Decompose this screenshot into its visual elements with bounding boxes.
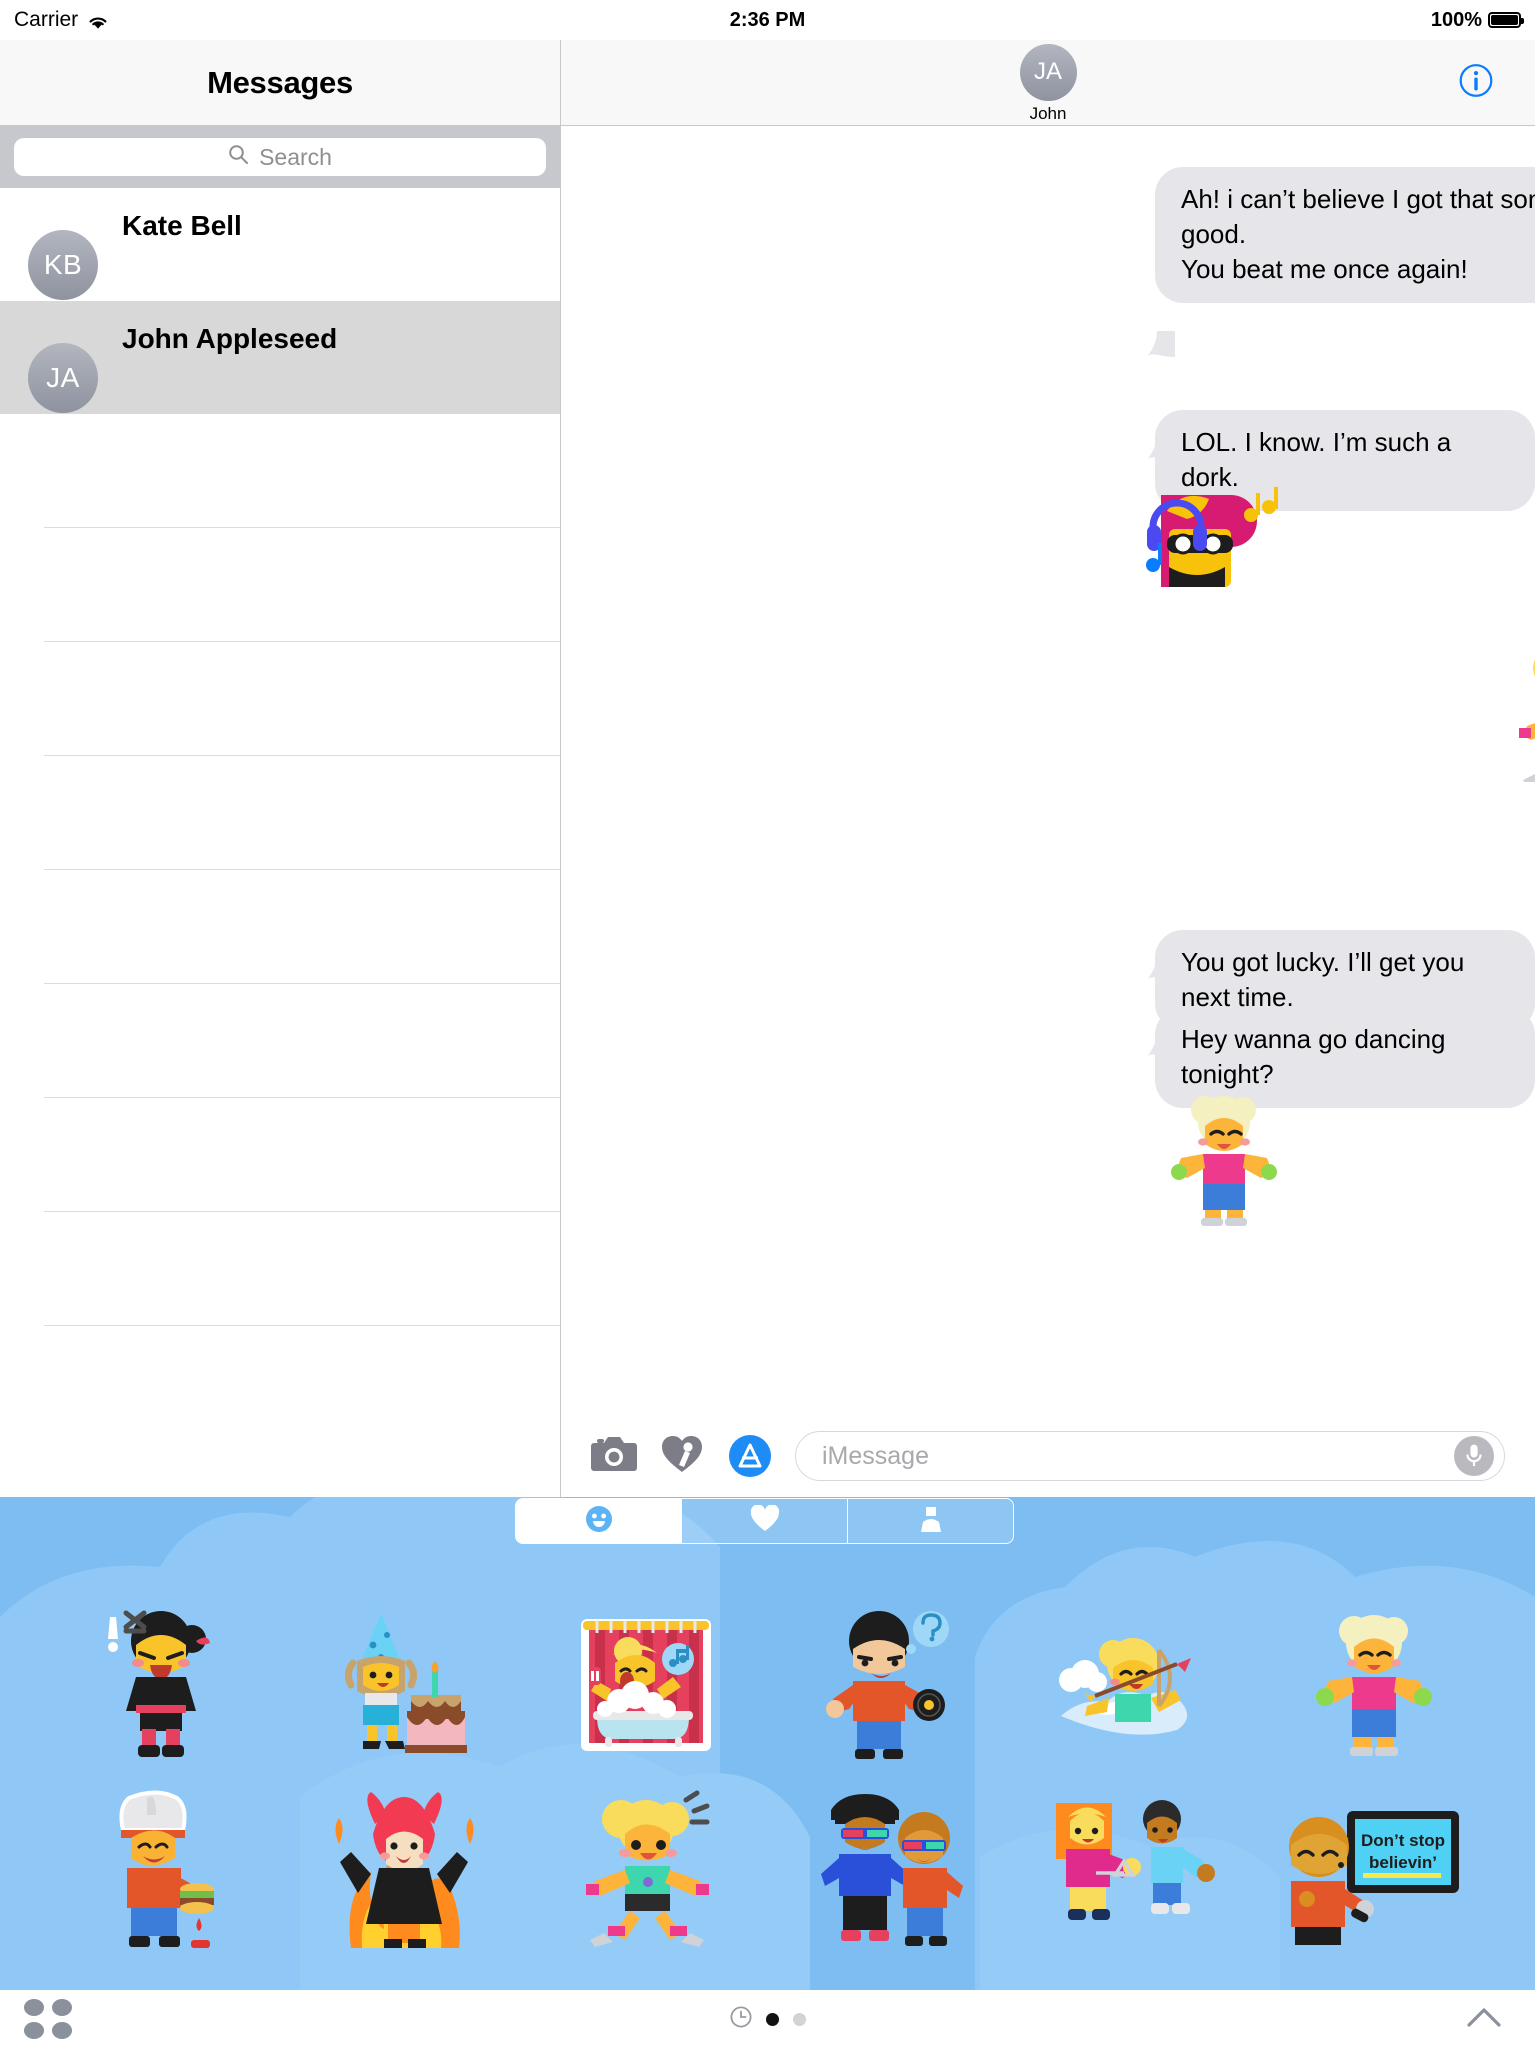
empty-conversation-row <box>44 414 560 528</box>
sticker-cell[interactable] <box>1036 1595 1226 1775</box>
smiley-face-icon <box>585 1505 613 1538</box>
sticker-pack-tabs[interactable] <box>515 1498 1014 1544</box>
sticker-cell[interactable] <box>794 1780 984 1960</box>
status-bar-time: 2:36 PM <box>729 8 806 31</box>
empty-conversation-row <box>44 1098 560 1212</box>
sticker-cell[interactable] <box>794 1595 984 1775</box>
person-icon <box>919 1505 943 1538</box>
sticker-chef-burger[interactable] <box>99 1790 223 1950</box>
empty-conversation-row <box>44 756 560 870</box>
avatar: JA <box>1019 43 1077 101</box>
top-section: Carrier 2:36 PM 100% Messages Search KB … <box>0 0 1535 1497</box>
recents-clock-icon[interactable] <box>729 2005 752 2033</box>
sticker-cell[interactable] <box>309 1595 499 1775</box>
tab-favorites[interactable] <box>682 1499 848 1543</box>
sticker-grid[interactable]: Don’t stop believin’ <box>0 1592 1535 1962</box>
search-input[interactable]: Search <box>14 138 546 176</box>
sticker-cell[interactable] <box>551 1595 741 1775</box>
sticker-blonde-jumping-cheer[interactable] <box>1509 642 1535 786</box>
info-circle-icon[interactable] <box>1459 63 1493 102</box>
sticker-panel: Don’t stop believin’ <box>0 1497 1535 2048</box>
conversation-pane: JA John Ah! i can’t believe I got that s… <box>561 40 1535 1497</box>
sticker-toolbar <box>0 1990 1535 2048</box>
empty-conversation-row <box>44 642 560 756</box>
sticker-cell[interactable] <box>66 1595 256 1775</box>
page-dot-active[interactable] <box>765 2012 779 2026</box>
sticker-cell[interactable] <box>66 1780 256 1960</box>
conversation-row-kate-bell[interactable]: KB Kate Bell <box>0 188 560 301</box>
page-indicator <box>0 2005 1535 2033</box>
sticker-cell[interactable] <box>1279 1595 1469 1775</box>
heart-icon <box>750 1504 780 1537</box>
sticker-cell[interactable]: Don’t stop believin’ <box>1279 1780 1469 1960</box>
bubble-tail-icon <box>1147 331 1175 357</box>
imessage-placeholder: iMessage <box>822 1441 929 1470</box>
tab-people[interactable] <box>848 1499 1013 1543</box>
peer-name: John <box>1029 103 1067 123</box>
sticker-duo-3d-glasses[interactable] <box>809 1790 969 1950</box>
sticker-birthday-cake-party-hat[interactable] <box>329 1605 479 1765</box>
conversation-name: John Appleseed <box>122 323 338 354</box>
sticker-blonde-dancing[interactable] <box>1169 1088 1279 1228</box>
avatar: KB <box>28 230 98 300</box>
battery-full-icon <box>1488 12 1524 28</box>
sidebar: Messages Search KB Kate Bell JA John App… <box>0 40 561 1497</box>
bubble-tail-icon <box>1147 434 1175 460</box>
message-input-bar: iMessage <box>561 1415 1535 1497</box>
messages-app: Carrier 2:36 PM 100% Messages Search KB … <box>0 0 1535 2048</box>
conversation-list[interactable]: KB Kate Bell JA John Appleseed <box>0 188 560 1497</box>
battery-percent-label: 100% <box>1430 8 1482 31</box>
status-bar-right: 100% <box>1430 8 1524 32</box>
chevron-up-icon[interactable] <box>1467 2007 1501 2032</box>
empty-conversation-row <box>44 984 560 1098</box>
conversation-peer[interactable]: JA John <box>1019 43 1077 124</box>
sticker-shower-singing-bathtub[interactable] <box>571 1605 721 1765</box>
conversation-name: Kate Bell <box>122 210 242 241</box>
tab-faces[interactable] <box>516 1499 682 1543</box>
sticker-blonde-dancing[interactable] <box>1314 1605 1434 1765</box>
sticker-caption-line2: believin’ <box>1369 1853 1437 1872</box>
sticker-dj-headphones-music[interactable] <box>1139 481 1289 606</box>
page-title: Messages <box>207 64 353 100</box>
microphone-icon[interactable] <box>1454 1436 1494 1476</box>
search-icon <box>228 144 249 170</box>
empty-conversation-row <box>44 528 560 642</box>
camera-icon[interactable] <box>591 1435 637 1478</box>
empty-conversation-row <box>44 870 560 984</box>
sticker-blonde-jumping-cheer[interactable] <box>576 1790 716 1950</box>
empty-conversation-row <box>44 1212 560 1326</box>
conversation-row-john-appleseed[interactable]: JA John Appleseed <box>0 301 560 414</box>
imessage-apps-icon[interactable] <box>729 1435 771 1477</box>
sticker-fire-devil-cheer[interactable] <box>329 1790 479 1950</box>
status-bar: Carrier 2:36 PM 100% <box>0 0 1535 40</box>
sticker-duo-dancing[interactable] <box>1046 1795 1216 1945</box>
message-thread[interactable]: Ah! i can’t believe I got that song all … <box>561 126 1535 1415</box>
page-dot[interactable] <box>792 2012 806 2026</box>
sticker-cell[interactable] <box>1036 1780 1226 1960</box>
conversation-navbar: JA John <box>561 40 1535 126</box>
bubble-tail-icon <box>1147 1031 1175 1057</box>
bubble-tail-icon <box>1147 954 1175 980</box>
avatar: JA <box>28 343 98 413</box>
sticker-cupid-arrow-love[interactable] <box>1051 1610 1211 1760</box>
sticker-angry-girl-black-dress[interactable] <box>96 1605 226 1765</box>
sticker-karaoke-dont-stop-believin[interactable]: Don’t stop believin’ <box>1285 1795 1463 1945</box>
search-placeholder: Search <box>259 143 332 170</box>
message-bubble-incoming[interactable]: Ah! i can’t believe I got that song all … <box>1155 167 1535 303</box>
sticker-caption-line1: Don’t stop <box>1361 1831 1445 1850</box>
split-view: Messages Search KB Kate Bell JA John App… <box>0 40 1535 1497</box>
sticker-dj-record-thinking[interactable] <box>819 1605 959 1765</box>
sticker-cell[interactable] <box>309 1780 499 1960</box>
digital-touch-heart-icon[interactable] <box>661 1434 705 1479</box>
imessage-input[interactable]: iMessage <box>795 1431 1505 1481</box>
sidebar-navbar: Messages <box>0 40 560 126</box>
empty-conversation-rows <box>0 414 560 1326</box>
search-bar-container: Search <box>0 126 560 188</box>
sticker-cell[interactable] <box>551 1780 741 1960</box>
